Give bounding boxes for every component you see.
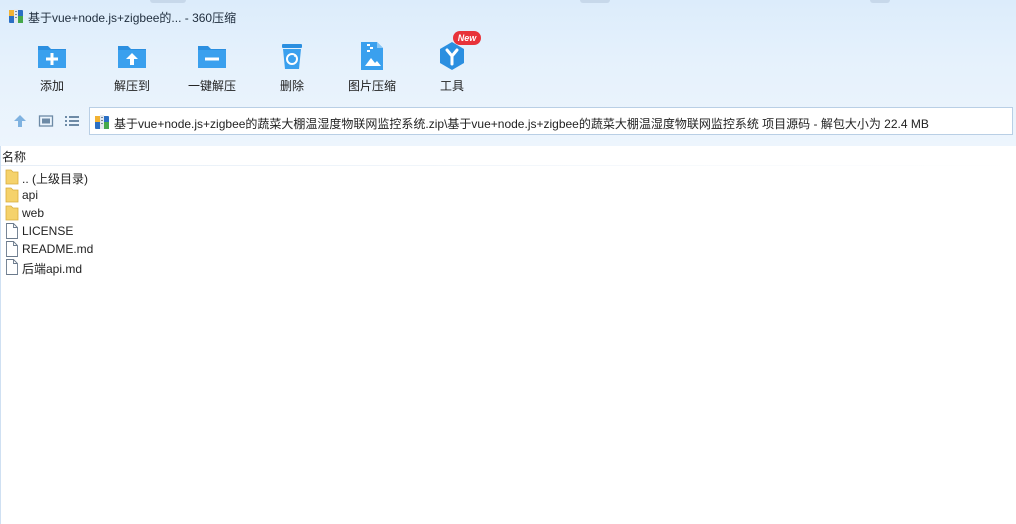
list-item-readme[interactable]: README.md bbox=[1, 240, 1016, 258]
list-item-name: README.md bbox=[22, 242, 94, 256]
one-click-extract-button[interactable]: 一键解压 bbox=[172, 38, 252, 98]
image-compress-icon bbox=[361, 42, 383, 70]
add-label: 添加 bbox=[39, 79, 64, 93]
image-compress-button[interactable]: 图片压缩 bbox=[332, 38, 412, 98]
address-path: 基于vue+node.js+zigbee的蔬菜大棚温湿度物联网监控系统.zip\… bbox=[114, 117, 929, 131]
add-button[interactable]: 添加 bbox=[12, 38, 92, 98]
extract-to-button[interactable]: 解压到 bbox=[92, 38, 172, 98]
title-bar: 基于vue+node.js+zigbee的... - 360压缩 bbox=[0, 0, 1016, 34]
file-list: 名称 .. (上级目录) api web LICENSE README.md 后… bbox=[0, 146, 1016, 524]
delete-button[interactable]: 删除 bbox=[252, 38, 332, 98]
list-item-name: .. (上级目录) bbox=[22, 172, 88, 186]
title-decor bbox=[870, 0, 890, 3]
list-item-parent-dir[interactable]: .. (上级目录) bbox=[1, 168, 1016, 186]
folder-icon bbox=[5, 205, 19, 221]
list-item-api[interactable]: api bbox=[1, 186, 1016, 204]
thumbnail-view-icon[interactable] bbox=[38, 113, 54, 129]
add-folder-icon bbox=[38, 46, 66, 68]
top-panel: 基于vue+node.js+zigbee的... - 360压缩 添加 解压到 … bbox=[0, 0, 1016, 146]
archive-icon bbox=[95, 115, 109, 129]
recycle-bin-icon bbox=[282, 44, 302, 69]
folder-icon bbox=[5, 187, 19, 203]
folder-icon bbox=[5, 169, 19, 185]
address-bar[interactable]: 基于vue+node.js+zigbee的蔬菜大棚温湿度物联网监控系统.zip\… bbox=[89, 107, 1013, 135]
list-item-license[interactable]: LICENSE bbox=[1, 222, 1016, 240]
list-item-backend-api[interactable]: 后端api.md bbox=[1, 258, 1016, 276]
window-title: 基于vue+node.js+zigbee的... - 360压缩 bbox=[28, 11, 237, 25]
list-item-web[interactable]: web bbox=[1, 204, 1016, 222]
list-item-name: api bbox=[22, 188, 39, 202]
app-window: 基于vue+node.js+zigbee的... - 360压缩 添加 解压到 … bbox=[0, 0, 1016, 524]
image-compress-label: 图片压缩 bbox=[347, 79, 396, 93]
extract-to-label: 解压到 bbox=[113, 79, 150, 93]
list-item-name: web bbox=[22, 206, 45, 220]
delete-label: 删除 bbox=[279, 79, 304, 93]
header-divider bbox=[1, 165, 1016, 166]
file-icon bbox=[6, 259, 18, 275]
extract-to-icon bbox=[118, 46, 146, 68]
one-click-extract-label: 一键解压 bbox=[187, 79, 236, 93]
title-decor bbox=[150, 0, 186, 3]
tools-button[interactable]: New 工具 bbox=[412, 31, 492, 98]
file-rows: .. (上级目录) api web LICENSE README.md 后端ap… bbox=[1, 168, 1016, 276]
navigation-row: 基于vue+node.js+zigbee的蔬菜大棚温湿度物联网监控系统.zip\… bbox=[0, 106, 1016, 136]
list-view-icon[interactable] bbox=[64, 113, 80, 129]
tools-label: 工具 bbox=[439, 79, 464, 93]
archive-app-icon bbox=[9, 9, 23, 23]
file-icon bbox=[6, 241, 18, 257]
up-arrow-icon[interactable] bbox=[12, 113, 28, 129]
one-click-extract-icon bbox=[198, 46, 226, 68]
title-decor bbox=[580, 0, 610, 3]
list-item-name: 后端api.md bbox=[22, 262, 83, 276]
column-header-name[interactable]: 名称 bbox=[1, 148, 1016, 166]
toolbar: 添加 解压到 一键解压 删除 图片压缩 New 工具 bbox=[0, 31, 1016, 100]
file-icon bbox=[6, 223, 18, 239]
list-item-name: LICENSE bbox=[22, 224, 74, 238]
new-badge: New bbox=[453, 31, 481, 45]
